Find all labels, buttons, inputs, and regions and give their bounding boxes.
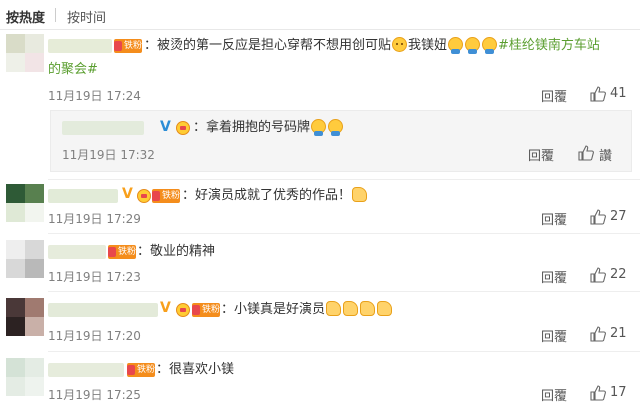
avatar[interactable] <box>6 358 44 396</box>
divider <box>48 351 640 352</box>
fan-badge-icon <box>176 121 190 135</box>
comment-time: 11月19日 17:29 <box>48 212 141 226</box>
thumbs-up-emoji-icon <box>377 301 393 316</box>
like-label[interactable]: 讚 <box>599 145 612 164</box>
username-blurred[interactable] <box>48 39 112 53</box>
divider <box>48 233 640 234</box>
comment-time: 11月19日 17:32 <box>62 148 155 162</box>
pleading-face-emoji-icon <box>392 37 408 52</box>
comment-time: 11月19日 17:23 <box>48 270 141 284</box>
comment-time: 11月19日 17:25 <box>48 388 141 402</box>
sort-divider <box>55 8 56 22</box>
comment-text: ：小镁真是好演员 <box>221 299 393 321</box>
verified-v-icon: V <box>160 300 171 316</box>
fan-badge-icon: 铁粉 <box>127 363 155 377</box>
thumbs-up-icon[interactable] <box>590 86 606 102</box>
thumbs-up-icon[interactable] <box>590 209 606 225</box>
sort-by-time-tab[interactable]: 按时间 <box>67 7 106 26</box>
username-blurred[interactable] <box>62 121 144 135</box>
fan-badge-icon: 铁粉 <box>192 303 220 317</box>
hug-emoji-icon <box>448 37 464 54</box>
like-count: 22 <box>610 267 627 282</box>
thumbs-up-emoji-icon <box>360 301 376 316</box>
comment-text: ：好演员成就了优秀的作品！ <box>182 185 368 207</box>
comment-time: 11月19日 17:20 <box>48 329 141 343</box>
reply-button[interactable]: 回覆 <box>541 209 567 228</box>
like-count: 41 <box>610 86 627 101</box>
sort-bar: 按热度 按时间 <box>0 0 640 30</box>
avatar[interactable] <box>6 240 44 278</box>
like-count: 21 <box>610 326 627 341</box>
avatar[interactable] <box>6 298 44 336</box>
fan-badge-icon <box>137 189 151 203</box>
reply-button[interactable]: 回覆 <box>541 267 567 286</box>
username-blurred[interactable] <box>48 245 106 259</box>
hashtag-link[interactable]: 的聚会# <box>48 59 98 81</box>
hashtag-link[interactable]: #桂纶镁南方车站 <box>498 38 600 53</box>
hug-emoji-icon <box>328 119 344 136</box>
hug-emoji-icon <box>482 37 498 54</box>
thumbs-up-icon[interactable] <box>590 385 606 401</box>
like-count: 27 <box>610 209 627 224</box>
like-count: 17 <box>610 385 627 400</box>
thumbs-up-emoji-icon <box>326 301 342 316</box>
reply-button[interactable]: 回覆 <box>541 326 567 345</box>
username-blurred[interactable] <box>48 363 124 377</box>
thumbs-up-emoji-icon <box>352 187 368 202</box>
reply-button[interactable]: 回覆 <box>541 385 567 404</box>
comment-time: 11月19日 17:24 <box>48 89 141 103</box>
comment-text: ：很喜欢小镁 <box>156 362 235 377</box>
reply-button[interactable]: 回覆 <box>528 145 554 164</box>
verified-v-icon: V <box>122 186 133 202</box>
verified-v-icon: V <box>160 119 171 135</box>
hug-emoji-icon <box>311 119 327 136</box>
username-blurred[interactable] <box>48 303 158 317</box>
hug-emoji-icon <box>465 37 481 54</box>
divider <box>48 291 640 292</box>
avatar[interactable] <box>6 184 44 222</box>
thumbs-up-icon[interactable] <box>578 145 594 161</box>
username-blurred[interactable] <box>48 189 118 203</box>
divider <box>48 179 640 180</box>
fan-badge-icon: 铁粉 <box>152 189 180 203</box>
fan-badge-icon: 铁粉 <box>108 245 136 259</box>
fan-badge-icon <box>176 303 190 317</box>
comment-text: ：拿着拥抱的号码牌 <box>193 117 344 139</box>
thumbs-up-icon[interactable] <box>590 326 606 342</box>
sort-by-hot-tab[interactable]: 按热度 <box>6 7 45 26</box>
reply-button[interactable]: 回覆 <box>541 86 567 105</box>
fan-badge-icon: 铁粉 <box>114 39 142 53</box>
comment-text: ：被烫的第一反应是担心穿帮不想用创可贴 我镁妞 #桂纶镁南方车站 <box>144 37 600 54</box>
avatar[interactable] <box>6 34 44 72</box>
thumbs-up-icon[interactable] <box>590 267 606 283</box>
thumbs-up-emoji-icon <box>343 301 359 316</box>
comment-text: ：敬业的精神 <box>137 244 216 259</box>
